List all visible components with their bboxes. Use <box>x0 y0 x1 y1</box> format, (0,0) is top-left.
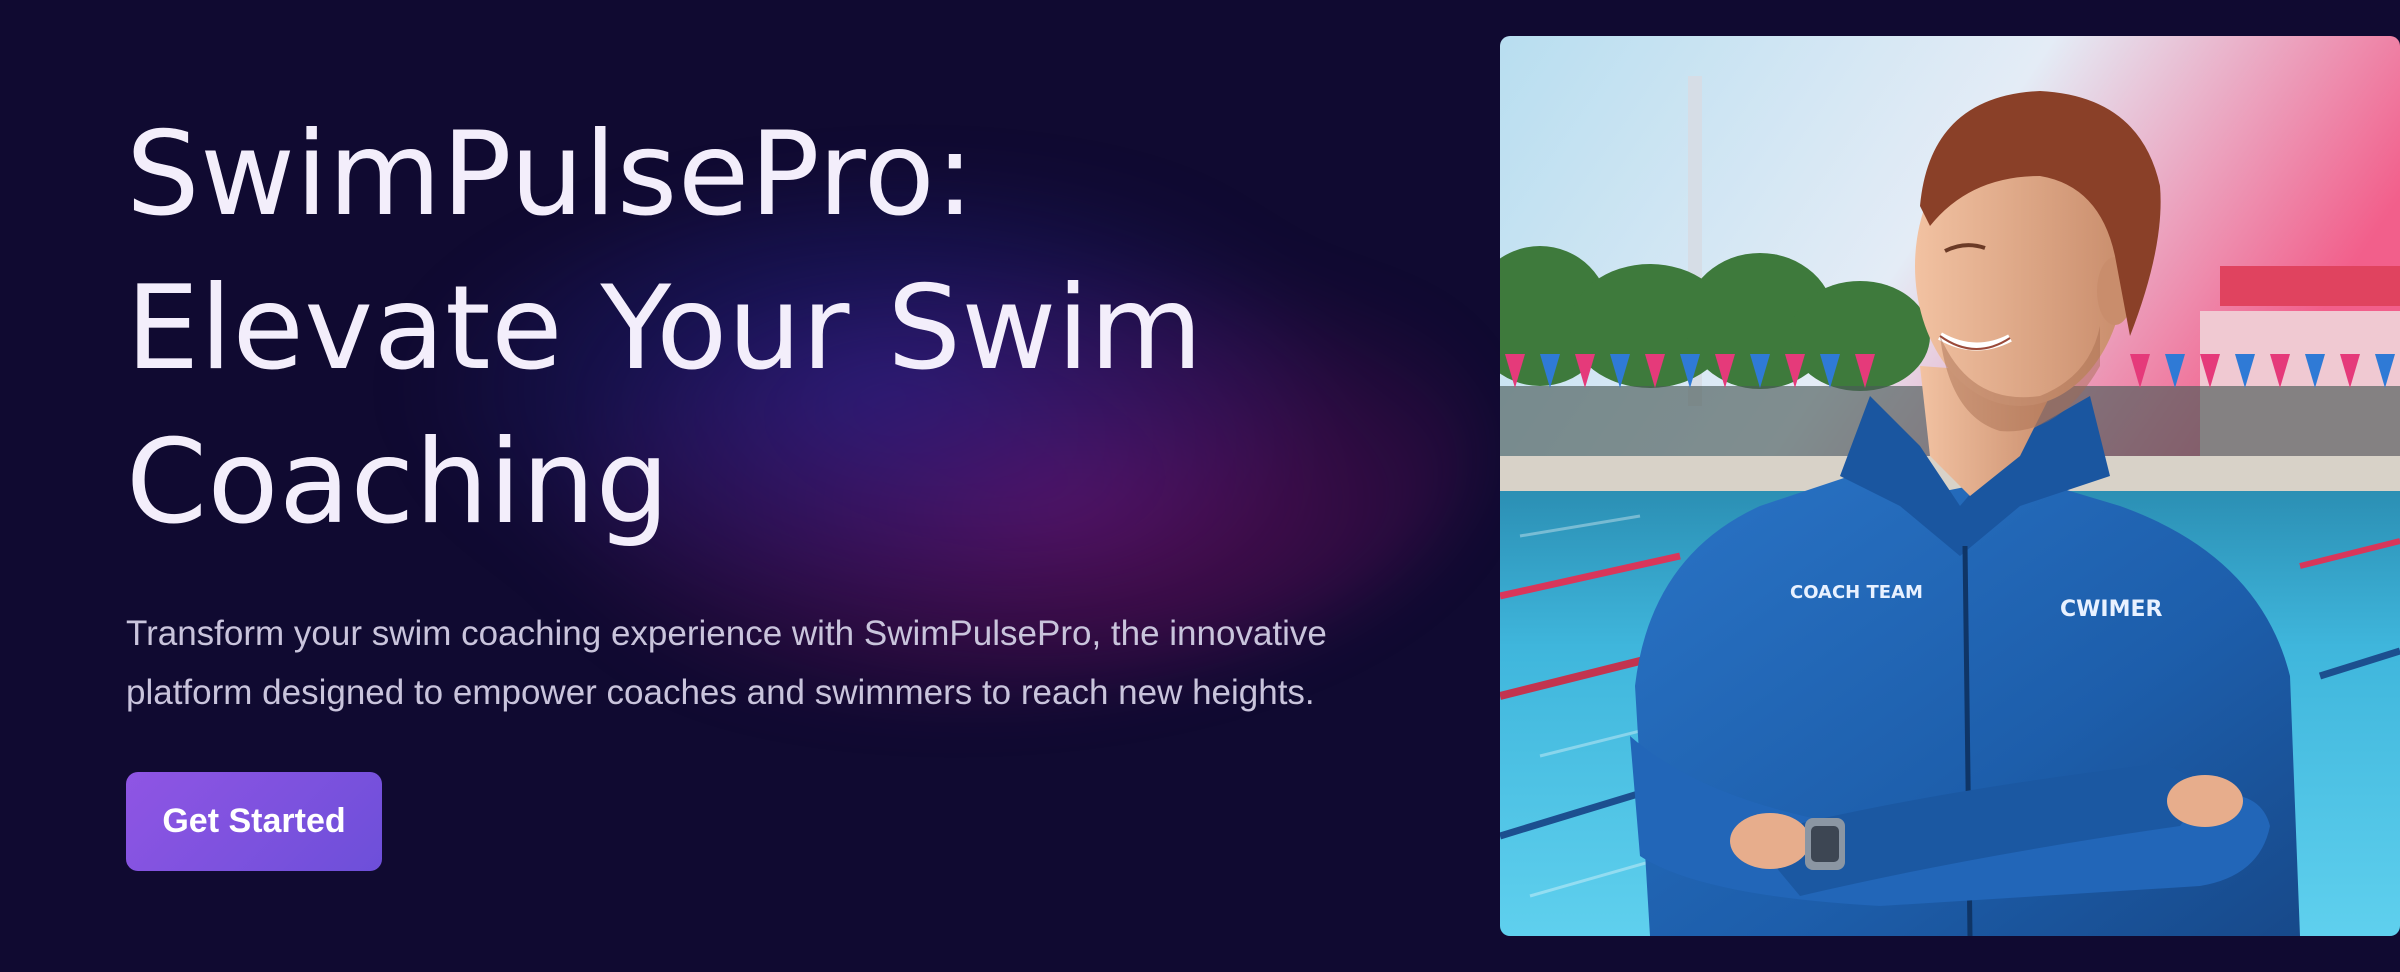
coach-photo: COACH TEAM CWIMER <box>1500 36 2400 936</box>
get-started-button[interactable]: Get Started <box>126 772 382 871</box>
jacket-text-left: COACH TEAM <box>1790 582 1923 603</box>
headline-line: Elevate Your Swim <box>126 261 1204 396</box>
headline-line: SwimPulsePro: <box>126 107 975 242</box>
description-line: platform designed to empower coaches and… <box>126 673 1315 712</box>
description-line: Transform your swim coaching experience … <box>126 614 1327 653</box>
hero-section: SwimPulsePro: Elevate Your Swim Coaching… <box>0 0 2400 972</box>
hero-headline: SwimPulsePro: Elevate Your Swim Coaching <box>126 98 1426 560</box>
hero-description: Transform your swim coaching experience … <box>126 604 1406 722</box>
hero-text-column: SwimPulsePro: Elevate Your Swim Coaching… <box>126 98 1426 871</box>
jacket-text-right: CWIMER <box>2060 597 2163 622</box>
headline-line: Coaching <box>126 415 670 550</box>
